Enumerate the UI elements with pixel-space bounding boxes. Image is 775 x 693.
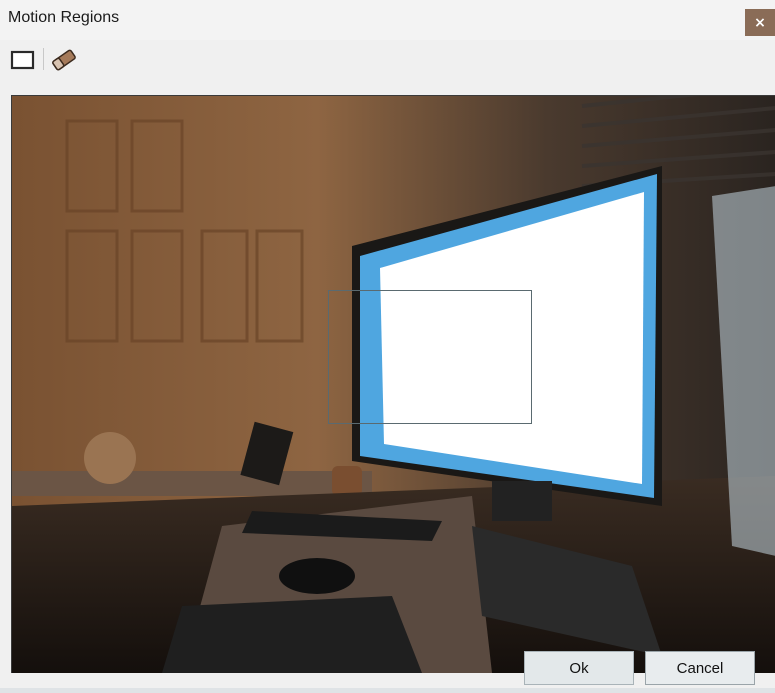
title-bar: Motion Regions × — [0, 0, 775, 40]
ok-button[interactable]: Ok — [524, 651, 634, 685]
motion-region-rectangle[interactable] — [328, 290, 532, 424]
toolbar — [0, 44, 775, 74]
window-bottom-edge — [0, 688, 775, 693]
eraser-icon — [52, 49, 76, 71]
close-icon: × — [754, 14, 766, 31]
rectangle-tool-button[interactable] — [10, 48, 36, 72]
close-button[interactable]: × — [745, 9, 775, 36]
cancel-button[interactable]: Cancel — [645, 651, 755, 685]
rectangle-icon — [10, 50, 35, 70]
eraser-tool-button[interactable] — [50, 47, 78, 73]
toolbar-separator — [43, 48, 44, 70]
window-title: Motion Regions — [8, 9, 120, 26]
camera-preview[interactable] — [11, 95, 775, 673]
